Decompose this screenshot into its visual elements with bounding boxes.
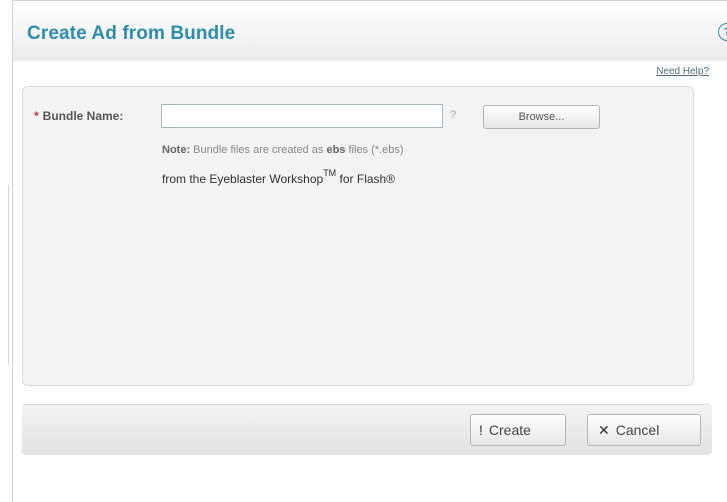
origin-text-main: from the Eyeblaster Workshop (162, 172, 324, 186)
cancel-button[interactable]: ✕ Cancel (587, 414, 701, 446)
note-ext: ebs (326, 144, 346, 156)
create-button-label: Create (488, 422, 531, 438)
left-edge-line (0, 185, 12, 365)
form-panel (22, 86, 694, 386)
note-text-a: Bundle files are created as (190, 144, 327, 156)
dialog-title: Create Ad from Bundle (27, 23, 236, 44)
help-circle-icon[interactable]: ? (718, 23, 727, 41)
question-icon[interactable]: ? (446, 108, 460, 122)
cancel-button-label: Cancel (615, 422, 660, 438)
note-prefix: Note: (162, 144, 191, 156)
required-marker: * (34, 109, 39, 123)
dialog-header: Create Ad from Bundle ? (13, 0, 727, 61)
browse-button[interactable]: Browse... (483, 105, 600, 129)
note-text-b: files (*.ebs) (345, 144, 404, 156)
bundle-name-input[interactable] (161, 104, 443, 128)
create-button[interactable]: ! Create (470, 414, 566, 446)
trademark-sup: TM (323, 168, 337, 178)
bundle-name-label: * Bundle Name: (34, 109, 123, 123)
origin-suffix: for Flash® (336, 172, 396, 186)
note-text: Note: Bundle files are created as ebs fi… (162, 144, 404, 156)
cancel-x-icon: ✕ (598, 422, 610, 438)
create-icon: ! (479, 422, 483, 438)
need-help-link[interactable]: Need Help? (656, 66, 709, 77)
origin-text: from the Eyeblaster WorkshopTM for Flash… (162, 168, 396, 186)
bundle-name-label-text: Bundle Name: (42, 109, 124, 123)
